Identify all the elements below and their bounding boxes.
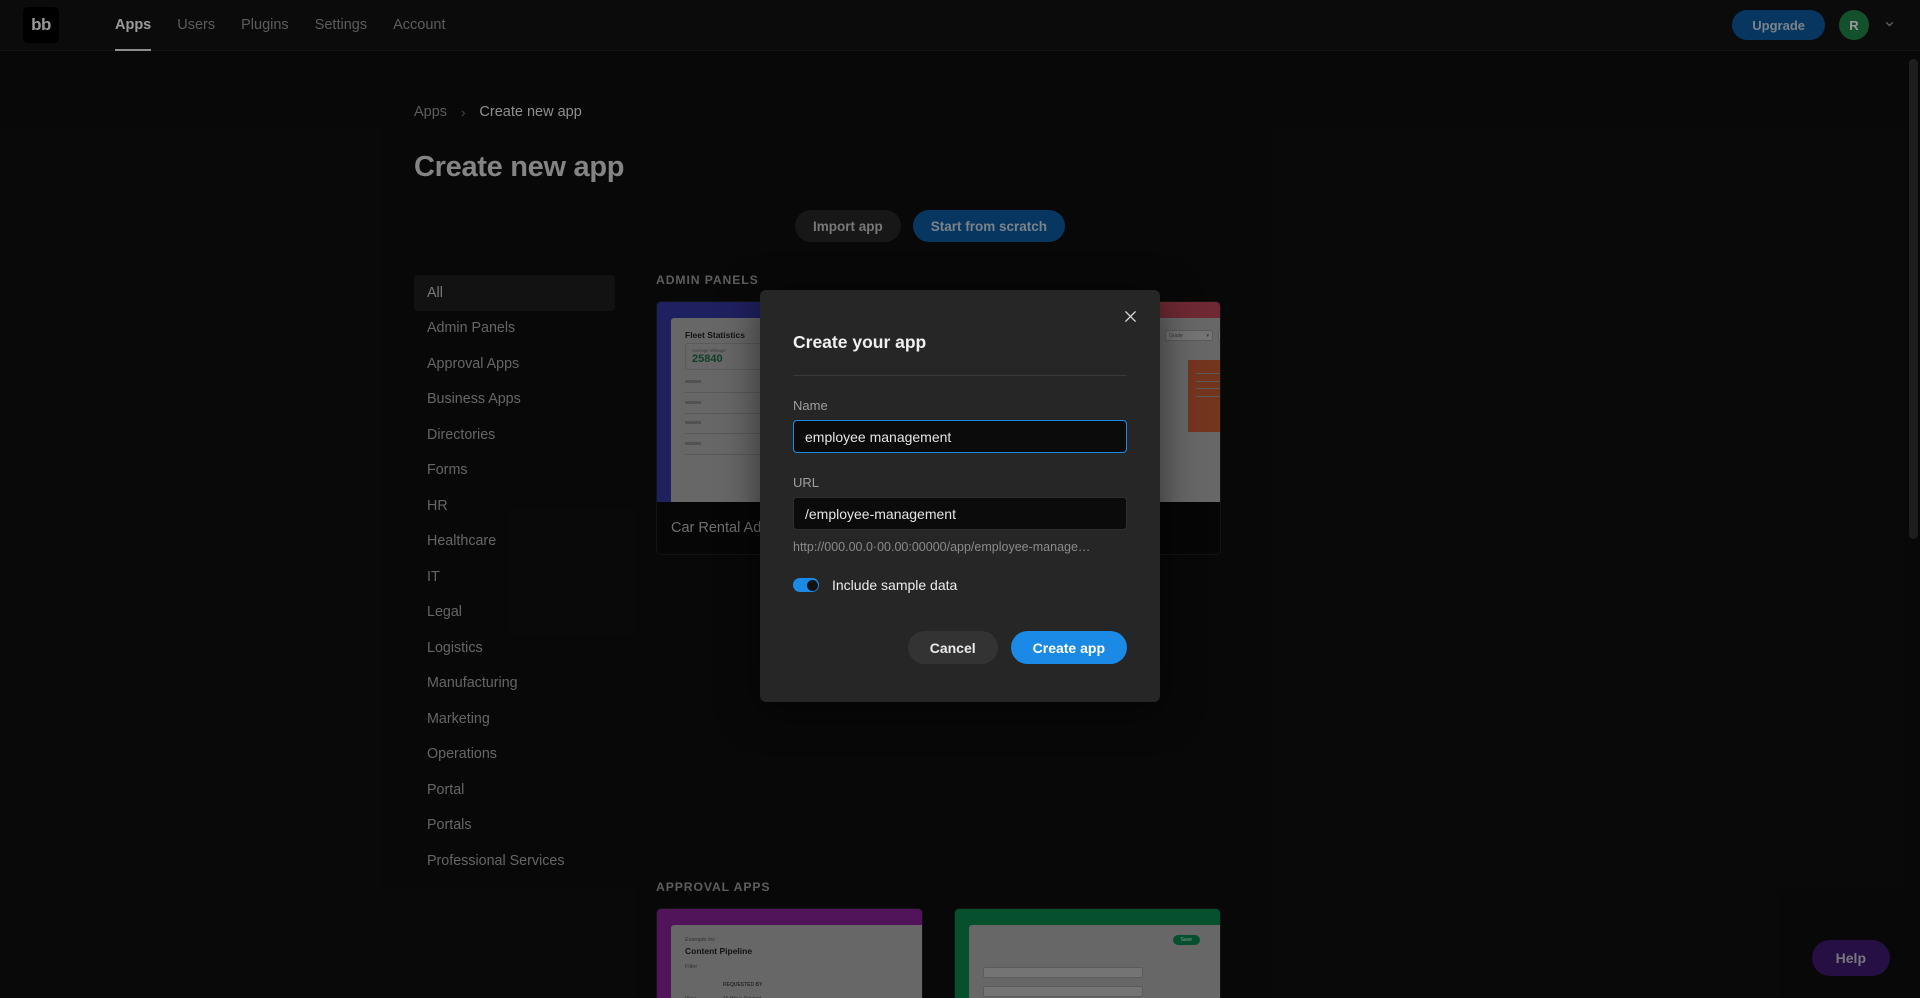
modal-actions: Cancel Create app	[907, 631, 1127, 664]
create-app-modal: Create your app Name URL http://000.00.0…	[760, 290, 1160, 702]
url-preview-hint: http://000.00.0·00.00:00000/app/employee…	[793, 540, 1091, 554]
include-sample-data-toggle[interactable]	[793, 578, 819, 592]
cancel-button[interactable]: Cancel	[907, 631, 998, 664]
modal-title: Create your app	[793, 332, 927, 352]
app-name-input[interactable]	[793, 420, 1127, 453]
create-app-button[interactable]: Create app	[1010, 631, 1127, 664]
include-sample-data-row: Include sample data	[793, 577, 1127, 593]
include-sample-data-label: Include sample data	[832, 577, 958, 593]
url-field-label: URL	[793, 475, 820, 490]
name-field-label: Name	[793, 398, 828, 413]
close-icon[interactable]	[1117, 303, 1143, 329]
modal-divider	[793, 375, 1127, 376]
app-url-input[interactable]	[793, 497, 1127, 530]
